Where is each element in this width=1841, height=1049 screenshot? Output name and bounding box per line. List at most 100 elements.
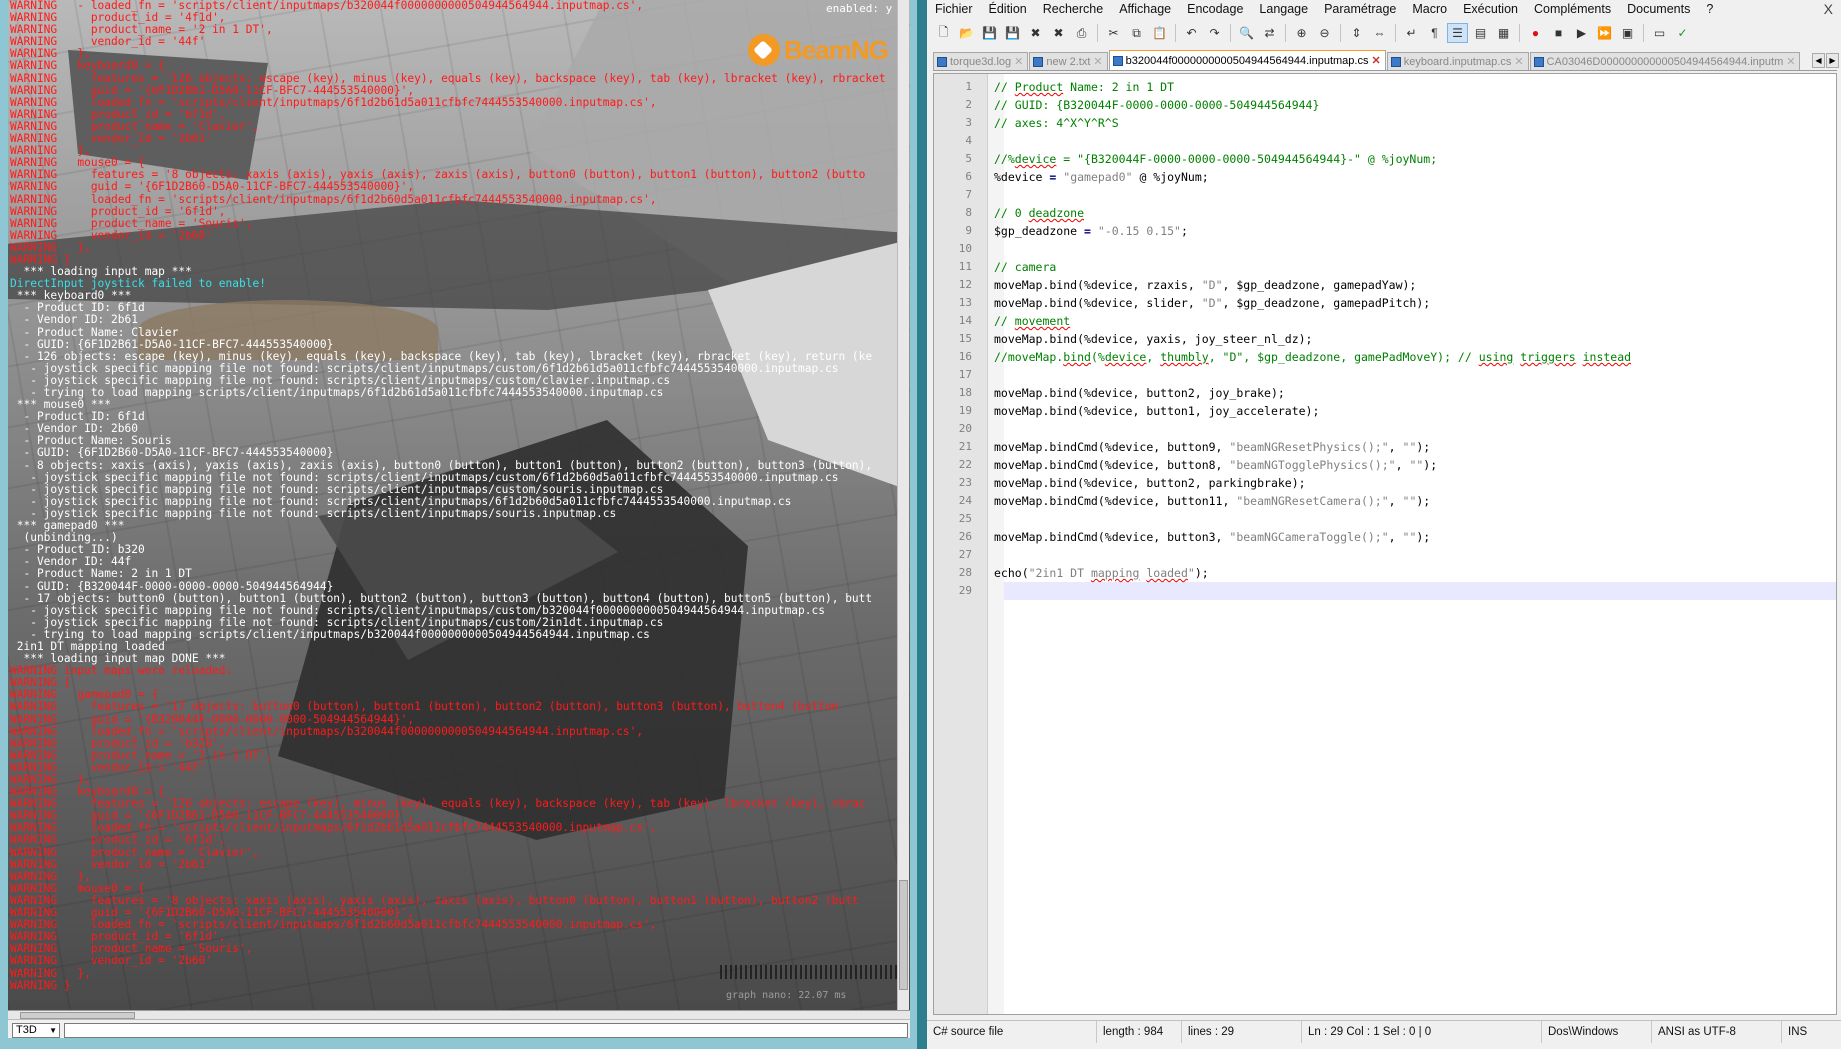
open-file-icon[interactable]: 📂 — [956, 23, 977, 43]
console-type-select[interactable]: T3D ▼ — [12, 1023, 60, 1038]
tab-scroll-right-button[interactable]: ▶ — [1826, 53, 1839, 68]
spellcheck-icon[interactable]: ✓ — [1672, 23, 1693, 43]
document-tab[interactable]: keyboard.inputmap.cs ✕ — [1386, 52, 1529, 70]
line-number: 17 — [958, 368, 972, 381]
document-tab[interactable]: torque3d.log ✕ — [933, 52, 1029, 70]
word-wrap-icon[interactable]: ↵ — [1401, 23, 1422, 43]
console-hscrollbar[interactable] — [8, 1011, 910, 1020]
close-tab-icon[interactable]: ✕ — [1014, 55, 1023, 68]
line-number: 6 — [965, 170, 972, 183]
console-line: - Product Name: Souris — [10, 435, 172, 448]
console-line: WARNING loaded_fn = 'scripts/client/inpu… — [10, 822, 657, 835]
new-file-icon[interactable]: 🗋 — [933, 23, 954, 43]
console-line: WARNING } — [10, 253, 71, 266]
code-editor[interactable]: 1 2 3 4 5 6 7 8 9 10 11 12 13 14 15 16 17 18 19 20 21 22 23 24 2… — [933, 73, 1837, 1015]
console-line: - 126 objects: escape (key), minus (key)… — [10, 350, 873, 363]
console-line: 2in1 DT mapping loaded — [10, 640, 165, 653]
paste-icon[interactable]: 📋 — [1149, 23, 1170, 43]
menu-item-documents[interactable]: Documents — [1619, 0, 1698, 19]
show-all-chars-icon[interactable]: ¶ — [1424, 23, 1445, 43]
console-line: WARNING product_name = '2 in 1 DT', — [10, 749, 273, 762]
launch-icon[interactable]: ▭ — [1649, 23, 1670, 43]
replace-icon[interactable]: ⇄ — [1259, 23, 1280, 43]
code-line: //%device = "{B320044F-0000-0000-0000-50… — [994, 152, 1438, 166]
file-saved-icon — [937, 56, 947, 67]
line-number: 3 — [965, 116, 972, 129]
console-line: WARNING features = '8 objects: xaxis (ax… — [10, 894, 859, 907]
line-number: 8 — [965, 206, 972, 219]
document-tab-label: torque3d.log — [950, 55, 1012, 68]
console-line: - GUID: {B320044F-0000-0000-0000-5049445… — [10, 580, 334, 593]
code-line: moveMap.bindCmd(%device, button8, "beamN… — [994, 458, 1438, 472]
menu-item-macro[interactable]: Macro — [1404, 0, 1455, 19]
console-line: - joystick specific mapping file not fou… — [10, 604, 825, 617]
user-lang-icon[interactable]: ▤ — [1470, 23, 1491, 43]
document-tab[interactable]: CA03046D000000000000504944564944.inputm ✕ — [1529, 52, 1801, 70]
menu-item-param-trage[interactable]: Paramétrage — [1316, 0, 1404, 19]
console-line: *** keyboard0 *** — [10, 290, 132, 303]
stop-record-icon[interactable]: ■ — [1548, 23, 1569, 43]
console-scrollbar-thumb[interactable] — [899, 880, 908, 990]
cut-icon[interactable]: ✂ — [1103, 23, 1124, 43]
line-number: 24 — [958, 494, 972, 507]
record-macro-icon[interactable]: ● — [1525, 23, 1546, 43]
document-tab[interactable]: b320044f0000000000504944564944.inputmap.… — [1108, 50, 1386, 70]
save-macro-icon[interactable]: ▣ — [1617, 23, 1638, 43]
toolbar-separator — [1340, 24, 1341, 42]
line-number: 19 — [958, 404, 972, 417]
document-tab-label: CA03046D000000000000504944564944.inputm — [1546, 55, 1784, 68]
document-tab[interactable]: new 2.txt ✕ — [1029, 52, 1108, 70]
copy-icon[interactable]: ⧉ — [1126, 23, 1147, 43]
redo-icon[interactable]: ↷ — [1204, 23, 1225, 43]
toolbar-separator — [1643, 24, 1644, 42]
zoom-in-icon[interactable]: ⊕ — [1291, 23, 1312, 43]
play-macro-icon[interactable]: ▶ — [1571, 23, 1592, 43]
menu-item-recherche[interactable]: Recherche — [1035, 0, 1111, 19]
close-document-button[interactable]: X — [1824, 1, 1833, 17]
save-all-icon[interactable]: 💾 — [1002, 23, 1023, 43]
close-all-icon[interactable]: ✖ — [1048, 23, 1069, 43]
close-tab-icon[interactable]: ✕ — [1093, 55, 1102, 68]
console-line: WARNING product_name = 'Clavier', — [10, 846, 260, 859]
menu-item-fichier[interactable]: Fichier — [927, 0, 981, 19]
menu-item-dition[interactable]: Édition — [981, 0, 1035, 19]
beamng-logo-icon — [748, 34, 780, 66]
console-hscrollbar-thumb[interactable] — [20, 1012, 135, 1019]
line-number: 20 — [958, 422, 972, 435]
console-scrollbar[interactable] — [897, 0, 909, 1010]
console-input-bar: T3D ▼ — [8, 1010, 910, 1038]
indent-guide-icon[interactable]: ☰ — [1447, 23, 1468, 43]
line-number: 2 — [965, 98, 972, 111]
menu-item-langage[interactable]: Langage — [1251, 0, 1316, 19]
close-tab-icon[interactable]: ✕ — [1786, 55, 1795, 68]
save-icon[interactable]: 💾 — [979, 23, 1000, 43]
menu-item-encodage[interactable]: Encodage — [1179, 0, 1251, 19]
console-command-input[interactable] — [64, 1023, 908, 1038]
close-icon[interactable]: ✖ — [1025, 23, 1046, 43]
line-number: 5 — [965, 152, 972, 165]
console-line: - joystick specific mapping file not fou… — [10, 483, 664, 496]
run-macro-multiple-icon[interactable]: ⏩ — [1594, 23, 1615, 43]
console-line: WARNING product_id = '6f1d', — [10, 108, 226, 121]
console-line: WARNING product_name = 'Souris', — [10, 943, 253, 956]
menu-item-help[interactable]: ? — [1698, 0, 1721, 19]
print-icon[interactable]: ⎙ — [1071, 23, 1092, 43]
console-line: - Vendor ID: 2b61 — [10, 314, 138, 327]
doc-map-icon[interactable]: ▦ — [1493, 23, 1514, 43]
menu-item-compl-ments[interactable]: Compléments — [1526, 0, 1619, 19]
console-line: - joystick specific mapping file not fou… — [10, 374, 671, 387]
sync-horizontal-icon[interactable]: ⇔ — [1369, 23, 1390, 43]
close-tab-icon[interactable]: ✕ — [1371, 54, 1380, 67]
perf-graph — [720, 965, 900, 979]
menu-item-ex-cution[interactable]: Exécution — [1455, 0, 1526, 19]
find-icon[interactable]: 🔍 — [1236, 23, 1257, 43]
tab-scroll-left-button[interactable]: ◀ — [1812, 53, 1825, 68]
sync-vertical-icon[interactable]: ⇕ — [1346, 23, 1367, 43]
close-tab-icon[interactable]: ✕ — [1514, 55, 1523, 68]
undo-icon[interactable]: ↶ — [1181, 23, 1202, 43]
zoom-out-icon[interactable]: ⊖ — [1314, 23, 1335, 43]
menu-item-affichage[interactable]: Affichage — [1111, 0, 1179, 19]
line-number: 26 — [958, 530, 972, 543]
status-bar: C# source file length : 984 lines : 29 L… — [927, 1020, 1841, 1043]
notepadpp-window: Fichier Édition Recherche Affichage Encodage… — [927, 0, 1841, 1049]
